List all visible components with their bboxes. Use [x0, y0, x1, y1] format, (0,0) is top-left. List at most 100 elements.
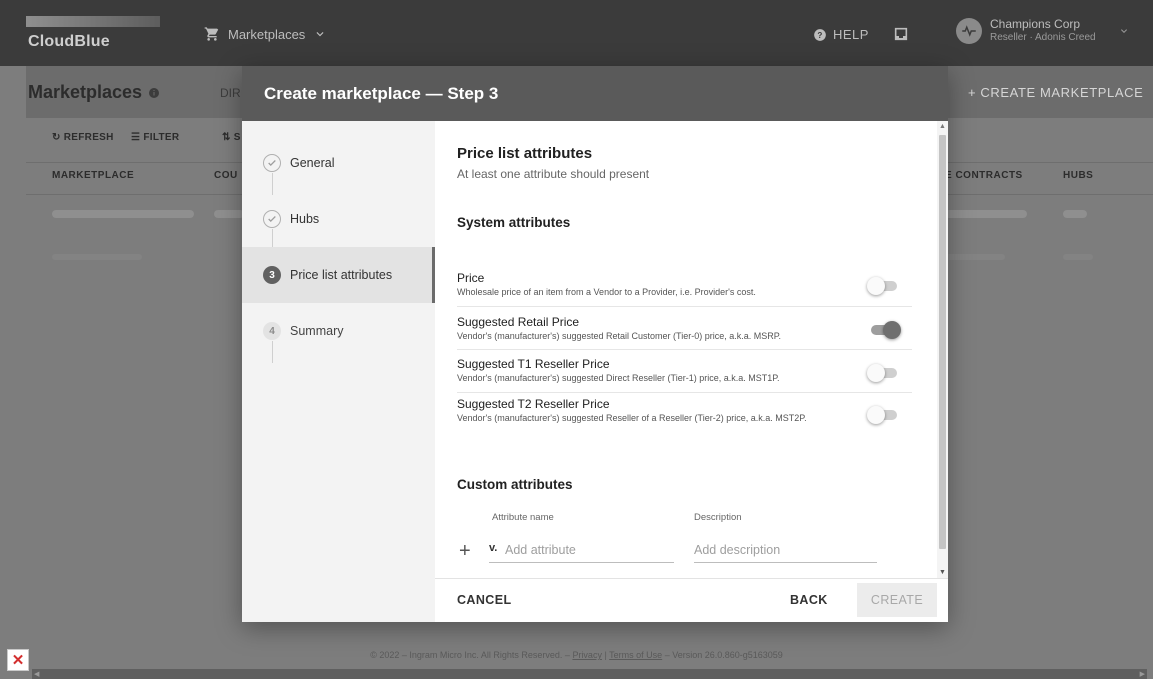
toggle-thumb: [867, 364, 885, 382]
scrollbar-thumb[interactable]: [939, 135, 946, 549]
attribute-price: Price Wholesale price of an item from a …: [457, 271, 912, 298]
loading-skeleton: [52, 254, 142, 260]
step-hubs[interactable]: Hubs: [242, 191, 435, 247]
terms-link[interactable]: Terms of Use: [609, 650, 662, 660]
attribute-suggested-t1-reseller-price: Suggested T1 Reseller Price Vendor's (ma…: [457, 357, 912, 384]
loading-skeleton: [1063, 254, 1093, 260]
price-toggle[interactable]: [867, 276, 901, 296]
marketplaces-menu[interactable]: Marketplaces: [204, 26, 327, 42]
dialog-title: Create marketplace — Step 3: [264, 84, 499, 103]
loading-skeleton: [1063, 210, 1087, 218]
chevron-down-icon: [316, 32, 324, 37]
divider: [457, 349, 912, 350]
toggle-thumb: [867, 406, 885, 424]
step-label: Hubs: [290, 212, 320, 226]
loading-skeleton: [945, 254, 1005, 260]
help-button[interactable]: ? HELP: [813, 27, 869, 42]
account-switcher[interactable]: Champions Corp Reseller · Adonis Creed: [956, 18, 1130, 44]
dialog-actions: CANCEL BACK CREATE: [435, 578, 948, 622]
footer-version: – Version 26.0.860-g5163059: [664, 650, 783, 660]
attribute-suggested-t2-reseller-price: Suggested T2 Reseller Price Vendor's (ma…: [457, 397, 912, 424]
description-input[interactable]: [694, 539, 874, 561]
scroll-right-icon[interactable]: ▶: [1140, 670, 1145, 678]
description-header: Description: [694, 512, 742, 523]
chevron-down-icon: [1120, 29, 1127, 33]
page-title-text: Marketplaces: [28, 82, 143, 102]
dialog-header: Create marketplace — Step 3: [242, 66, 948, 121]
attribute-description: Vendor's (manufacturer's) suggested Reta…: [457, 331, 782, 341]
filter-button[interactable]: ☰ FILTER: [131, 132, 179, 143]
divider: [457, 306, 912, 307]
create-button[interactable]: CREATE: [857, 583, 937, 617]
column-hubs[interactable]: HUBS: [1063, 170, 1093, 181]
checkmark-icon: [263, 154, 281, 172]
attribute-description: Wholesale price of an item from a Vendor…: [457, 287, 756, 297]
attribute-name-input[interactable]: [505, 539, 670, 561]
system-attributes-title: System attributes: [457, 215, 571, 230]
suggested-t1-reseller-price-toggle[interactable]: [867, 363, 901, 383]
cancel-button[interactable]: CANCEL: [457, 593, 511, 607]
scroll-up-icon[interactable]: ▲: [939, 123, 946, 130]
logo-text: CloudBlue: [28, 33, 110, 50]
refresh-button[interactable]: ↻ REFRESH: [52, 132, 114, 143]
help-icon: ?: [814, 28, 826, 41]
logo-bar: [26, 16, 160, 27]
dialog-vertical-scrollbar[interactable]: ▲ ▼: [937, 121, 948, 578]
column-contracts[interactable]: E CONTRACTS: [945, 170, 1023, 181]
column-marketplace[interactable]: MARKETPLACE: [52, 170, 134, 181]
toggle-thumb: [883, 321, 901, 339]
create-marketplace-button[interactable]: + CREATE MARKETPLACE: [968, 85, 1143, 100]
step-general[interactable]: General: [242, 135, 435, 191]
inbox-button[interactable]: [893, 26, 909, 47]
suggested-t2-reseller-price-toggle[interactable]: [867, 405, 901, 425]
attribute-description: Vendor's (manufacturer's) suggested Rese…: [457, 413, 807, 423]
section-subtitle: At least one attribute should present: [457, 167, 650, 181]
scroll-down-icon[interactable]: ▼: [939, 569, 946, 576]
attribute-name-prefix: v.: [489, 542, 498, 554]
step-price-list-attributes[interactable]: 3 Price list attributes: [242, 247, 435, 303]
page-footer: © 2022 – Ingram Micro Inc. All Rights Re…: [0, 650, 1153, 660]
loading-skeleton: [214, 210, 244, 218]
attribute-description: Vendor's (manufacturer's) suggested Dire…: [457, 373, 780, 383]
privacy-link[interactable]: Privacy: [572, 650, 602, 660]
attribute-name-header: Attribute name: [492, 512, 554, 523]
tab-directory[interactable]: DIR: [220, 86, 241, 100]
attribute-name: Suggested Retail Price: [457, 315, 580, 329]
toggle-thumb: [867, 277, 885, 295]
marketplaces-menu-label: Marketplaces: [228, 26, 306, 42]
help-label: HELP: [833, 27, 869, 42]
checkmark-icon: [263, 210, 281, 228]
scroll-left-icon[interactable]: ◀: [34, 670, 39, 678]
add-attribute-icon[interactable]: +: [459, 540, 471, 563]
inbox-icon: [894, 27, 908, 41]
step-number: 4: [263, 322, 281, 340]
cart-icon: [204, 27, 219, 41]
back-button[interactable]: BACK: [790, 593, 828, 607]
account-role: Reseller · Adonis Creed: [990, 32, 1096, 43]
dialog-content: Price list attributes At least one attri…: [435, 121, 937, 578]
loading-skeleton: [945, 210, 1027, 218]
step-summary[interactable]: 4 Summary: [242, 303, 435, 359]
step-label: Price list attributes: [290, 268, 393, 282]
horizontal-scrollbar[interactable]: ◀ ▶: [32, 669, 1147, 679]
attribute-name: Suggested T2 Reseller Price: [457, 397, 610, 411]
activity-icon: [962, 25, 976, 37]
attribute-suggested-retail-price: Suggested Retail Price Vendor's (manufac…: [457, 315, 912, 342]
suggested-retail-price-toggle[interactable]: [867, 320, 901, 340]
footer-copyright: © 2022 – Ingram Micro Inc. All Rights Re…: [370, 650, 570, 660]
step-number: 3: [263, 266, 281, 284]
divider: [457, 392, 912, 393]
sort-button[interactable]: ⇅ S: [222, 132, 241, 143]
attribute-name: Suggested T1 Reseller Price: [457, 357, 610, 371]
attribute-name-field[interactable]: v.: [489, 539, 674, 563]
filter-icon: ☰: [131, 132, 141, 143]
info-icon[interactable]: [148, 87, 160, 99]
refresh-icon: ↻: [52, 132, 61, 143]
sort-icon: ⇅: [222, 132, 231, 143]
cloudblue-logo[interactable]: CloudBlue: [26, 16, 160, 50]
description-field[interactable]: [694, 539, 877, 563]
svg-text:?: ?: [817, 30, 822, 39]
create-marketplace-dialog: Create marketplace — Step 3 General Hubs…: [242, 66, 948, 622]
column-countries[interactable]: COU: [214, 170, 238, 181]
attribute-name: Price: [457, 271, 485, 285]
